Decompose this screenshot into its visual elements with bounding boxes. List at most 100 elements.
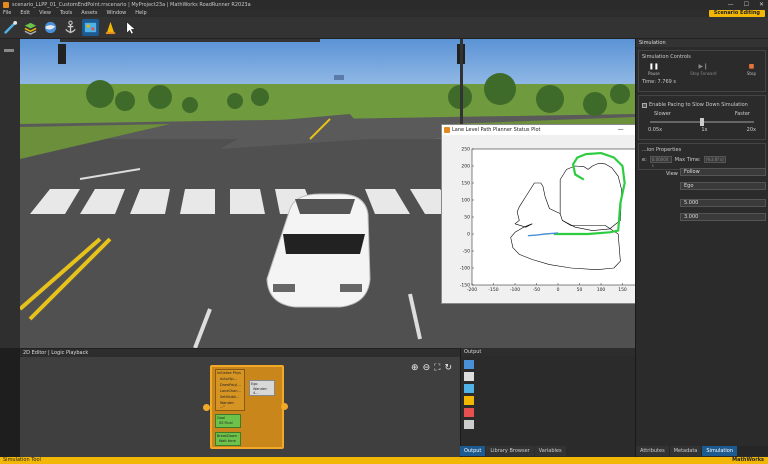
- layers-icon: [24, 22, 37, 35]
- anchor-tool-button[interactable]: [62, 19, 79, 36]
- max-time-input[interactable]: (%3.6f s): [703, 156, 726, 163]
- pace-slider-thumb[interactable]: [699, 118, 704, 126]
- zoom-in-icon[interactable]: ⊕: [411, 363, 419, 373]
- world-settings-tool-button[interactable]: [42, 19, 59, 36]
- pacing-checkbox[interactable]: [642, 102, 647, 108]
- ego-phase[interactable]: Ego Wander: 4...: [249, 380, 275, 396]
- logic-scenario-block[interactable]: Initialize Phys ActorSp... DrawPolyl... …: [210, 365, 288, 449]
- maximize-button[interactable]: ☐: [744, 1, 749, 8]
- logic-icon: [84, 22, 97, 33]
- tab-attributes[interactable]: Attributes: [636, 446, 669, 456]
- mode-badge[interactable]: Scenario Editing: [708, 10, 765, 17]
- logic-tool-button[interactable]: [82, 19, 99, 36]
- ego-action: Wander: 4...: [253, 387, 268, 395]
- status-text: Simulation Tool: [3, 457, 41, 463]
- x-tick-label: 100: [597, 287, 606, 293]
- pace-max-label: 20x: [746, 127, 756, 133]
- y-tick-label: 200: [461, 164, 470, 170]
- minimize-button[interactable]: —: [728, 1, 734, 8]
- step-forward-button[interactable]: ▶❙ Step Forward: [690, 63, 716, 76]
- mathworks-logo: MathWorks: [732, 457, 764, 463]
- error-icon[interactable]: [464, 408, 474, 417]
- step-forward-icon: ▶❙: [698, 63, 709, 70]
- menu-window[interactable]: Window: [107, 10, 127, 16]
- page-icon[interactable]: [464, 372, 474, 381]
- select-tool-button[interactable]: [122, 19, 139, 36]
- y-tick-label: 150: [461, 181, 470, 187]
- follow-actor-select[interactable]: Ego: [680, 182, 766, 190]
- initialize-phase[interactable]: Initialize Phys ActorSp... DrawPolyl... …: [215, 369, 245, 411]
- matlab-figure-icon: [444, 127, 450, 133]
- menu-bar: File Edit View Tools Assets Window Help: [0, 9, 768, 17]
- anchor-icon: [65, 20, 76, 34]
- properties-heading: ...ion Properties: [642, 147, 682, 153]
- pace-slider[interactable]: [650, 118, 754, 126]
- signal-tool-button[interactable]: [102, 19, 119, 36]
- step-forward-label: Step Forward: [690, 71, 717, 76]
- window-titlebar: scenario_LLPP_01_CustomEndPoint.rrscenar…: [0, 0, 768, 9]
- menu-assets[interactable]: Assets: [81, 10, 97, 16]
- pace-mid-label: 1x: [701, 127, 708, 133]
- editor-2d-title: 2D Editor | Logic Playback: [20, 349, 460, 357]
- right-panel-tabs: Attributes Metadata Simulation: [636, 446, 768, 456]
- pause-label: Pause: [648, 71, 660, 76]
- dock-grip-icon[interactable]: [4, 49, 14, 52]
- tab-simulation[interactable]: Simulation: [702, 446, 738, 456]
- menu-tools[interactable]: Tools: [60, 10, 72, 16]
- menu-file[interactable]: File: [3, 10, 11, 16]
- route-icon: [4, 20, 18, 34]
- view-mode-select[interactable]: Follow: [680, 168, 766, 176]
- warning-icon[interactable]: [464, 396, 474, 405]
- x-tick-label: -100: [510, 287, 520, 293]
- y-tick-label: 50: [464, 215, 470, 221]
- tab-output[interactable]: Output: [460, 446, 486, 456]
- globe-icon: [44, 21, 57, 34]
- properties-section: ...ion Properties e: 0.00000 s Max Time:…: [638, 143, 766, 170]
- window-title: scenario_LLPP_01_CustomEndPoint.rrscenar…: [12, 1, 251, 8]
- pause-button[interactable]: ❚❚ Pause: [648, 63, 660, 76]
- crosswalk: [30, 189, 460, 214]
- camera-height-input[interactable]: 3.000: [680, 213, 766, 221]
- close-button[interactable]: ✕: [759, 1, 764, 8]
- y-tick-label: 250: [461, 147, 470, 153]
- zoom-out-icon[interactable]: ⊖: [423, 363, 431, 373]
- y-tick-label: -100: [460, 266, 470, 272]
- route-tool-button[interactable]: [2, 19, 19, 36]
- logic-start-connector[interactable]: [203, 404, 210, 411]
- cone-icon: [105, 21, 116, 35]
- x-tick-label: 150: [618, 287, 627, 293]
- goal-phase[interactable]: Goal SS Final: [215, 414, 241, 428]
- output-title: Output: [461, 348, 635, 356]
- traffic-light: [58, 44, 66, 64]
- tab-variables[interactable]: Variables: [534, 446, 566, 456]
- stop-icon: ■: [748, 63, 755, 70]
- start-time-input[interactable]: 0.00000 s: [649, 156, 672, 168]
- breakdown-phase[interactable]: BreakDown Wait time: [215, 432, 241, 446]
- plot-minimize-button[interactable]: —: [618, 125, 624, 135]
- y-tick-label: 100: [461, 198, 470, 204]
- save-log-icon[interactable]: [464, 360, 474, 369]
- status-bar: Simulation Tool MathWorks: [0, 457, 768, 464]
- tab-library-browser[interactable]: Library Browser: [486, 446, 534, 456]
- stop-button[interactable]: ■ Stop: [747, 63, 756, 76]
- y-tick-label: -150: [460, 283, 470, 289]
- status-plot-window[interactable]: Lane Level Path Planner Status Plot — ☐ …: [441, 124, 664, 304]
- simulation-panel: Simulation Simulation Controls ❚❚ Pause …: [635, 39, 768, 457]
- grid-icon[interactable]: [464, 384, 474, 393]
- menu-help[interactable]: Help: [135, 10, 146, 16]
- logic-end-connector[interactable]: [281, 403, 288, 410]
- camera-distance-input[interactable]: 5.000: [680, 199, 766, 207]
- breakdown-action: Wait time: [219, 439, 236, 443]
- copy-icon[interactable]: [464, 420, 474, 429]
- slower-label: Slower: [654, 111, 671, 117]
- menu-edit[interactable]: Edit: [20, 10, 30, 16]
- simulation-controls: Simulation Controls ❚❚ Pause ▶❙ Step For…: [638, 50, 766, 92]
- pause-icon: ❚❚: [648, 63, 659, 70]
- output-tabs: Output Library Browser Variables: [460, 446, 635, 456]
- tab-metadata[interactable]: Metadata: [669, 446, 702, 456]
- x-tick-label: -50: [533, 287, 540, 293]
- refresh-icon[interactable]: ↻: [444, 363, 452, 373]
- layers-tool-button[interactable]: [22, 19, 39, 36]
- menu-view[interactable]: View: [39, 10, 51, 16]
- fit-view-icon[interactable]: ⛶: [434, 363, 440, 373]
